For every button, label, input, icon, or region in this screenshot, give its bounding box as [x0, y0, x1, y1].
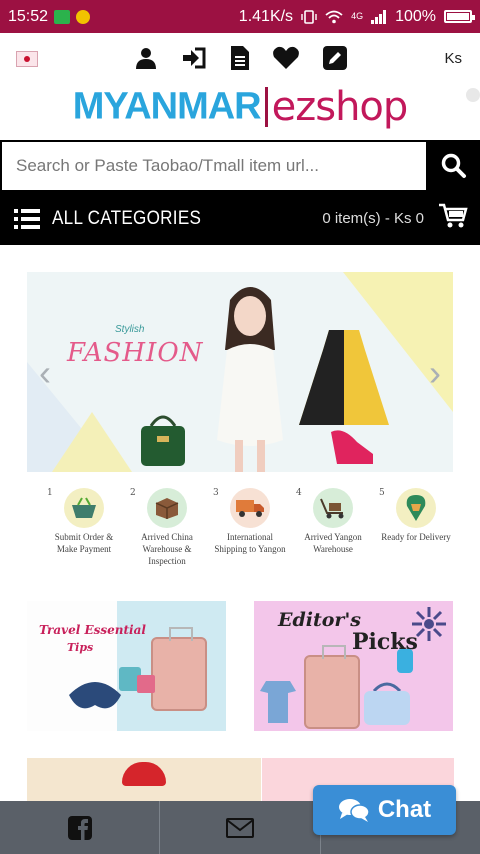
- cart-summary[interactable]: 0 item(s) - Ks 0: [322, 210, 424, 227]
- banner-next-arrow[interactable]: ›: [429, 352, 441, 394]
- promo-title: Travel Essential: [39, 623, 146, 637]
- search-input[interactable]: Search or Paste Taobao/Tmall item url...: [2, 142, 426, 190]
- search-bar: Search or Paste Taobao/Tmall item url...: [0, 140, 480, 192]
- coin-notification-icon: [76, 9, 91, 24]
- edit-icon[interactable]: [321, 44, 349, 72]
- water-bottle-image: [397, 649, 413, 673]
- email-button[interactable]: [160, 801, 321, 854]
- currency-selector[interactable]: Ks: [444, 50, 462, 67]
- fashion-model-image: [217, 287, 283, 472]
- chat-button[interactable]: Chat: [313, 785, 456, 835]
- handbag-image: [141, 415, 185, 466]
- travel-items-image: [119, 667, 155, 693]
- logo-text-secondary: ezshop: [271, 84, 409, 130]
- travel-essentials-promo[interactable]: Travel Essential Tips: [27, 601, 226, 731]
- step-item: 5 Ready for Delivery: [377, 488, 455, 568]
- login-icon[interactable]: [180, 44, 208, 72]
- step-text: Submit Order & Make Payment: [54, 532, 114, 554]
- hat-image: [122, 762, 166, 786]
- suitcase-image: [151, 627, 207, 711]
- vibrate-icon: [301, 9, 317, 24]
- banner-prev-arrow[interactable]: ‹: [39, 352, 51, 394]
- status-time: 15:52: [8, 7, 49, 25]
- order-steps: 1 Submit Order & Make Payment 2 Arrived …: [45, 488, 455, 568]
- banner-tagline: Stylish: [115, 324, 145, 335]
- truck-icon: [230, 488, 270, 528]
- banner-shape: [52, 412, 132, 472]
- warehouse-cart-icon: [313, 488, 353, 528]
- step-number: 2: [130, 488, 136, 498]
- logo-divider: [264, 87, 268, 127]
- mail-icon: [225, 817, 254, 838]
- battery-icon: [444, 10, 475, 23]
- signal-icon: [371, 9, 387, 24]
- heart-icon[interactable]: [272, 44, 300, 72]
- step-number: 1: [47, 488, 53, 498]
- facebook-button[interactable]: [0, 801, 161, 854]
- step-item: 4 Arrived Yangon Warehouse: [294, 488, 372, 568]
- cart-icon[interactable]: [438, 202, 468, 235]
- site-logo[interactable]: MYANMAR ezshop: [0, 84, 480, 136]
- top-icon-bar: Ks: [0, 38, 480, 78]
- handbag-image: [364, 682, 410, 725]
- step-number: 3: [213, 488, 219, 498]
- step-text: Ready for Delivery: [381, 532, 451, 542]
- language-flag-icon[interactable]: [16, 51, 38, 67]
- user-icon[interactable]: [132, 44, 160, 72]
- menu-icon[interactable]: [14, 208, 40, 229]
- message-notification-icon: [54, 9, 71, 24]
- step-number: 4: [296, 488, 302, 498]
- step-item: 3 International Shipping to Yangon: [211, 488, 289, 568]
- categories-bar: ALL CATEGORIES 0 item(s) - Ks 0: [0, 192, 480, 245]
- suitcase-image: [304, 645, 360, 729]
- baby-outfit-image: [260, 681, 296, 723]
- step-item: 2 Arrived China Warehouse & Inspection: [128, 488, 206, 568]
- flower-decoration-icon: [412, 607, 446, 641]
- scroll-edge-indicator: [466, 88, 480, 102]
- network-type: 4G: [351, 11, 364, 21]
- all-categories-button[interactable]: ALL CATEGORIES: [52, 208, 201, 230]
- dress-image: [299, 330, 389, 425]
- hero-banner[interactable]: Stylish FASHION ‹ ›: [27, 272, 453, 472]
- promo-subtitle: Tips: [67, 641, 94, 654]
- network-speed: 1.41K/s: [238, 7, 294, 25]
- step-text: Arrived China Warehouse & Inspection: [141, 532, 193, 566]
- status-bar: 15:52 1.41K/s 4G 100%: [0, 0, 480, 33]
- step-item: 1 Submit Order & Make Payment: [45, 488, 123, 568]
- search-button[interactable]: [428, 140, 480, 192]
- editors-picks-promo[interactable]: Editor's Picks: [254, 601, 453, 731]
- travel-pillow-image: [69, 682, 121, 709]
- shoe-image: [331, 430, 373, 464]
- battery-percent: 100%: [395, 7, 436, 25]
- step-text: Arrived Yangon Warehouse: [304, 532, 362, 554]
- step-number: 5: [379, 488, 385, 498]
- chat-bubble-icon: [338, 799, 370, 822]
- chat-label: Chat: [377, 796, 432, 823]
- package-icon: [147, 488, 187, 528]
- basket-icon: [64, 488, 104, 528]
- logo-text-primary: MYANMAR: [72, 85, 262, 128]
- promo-title: Editor's: [278, 609, 361, 631]
- wifi-icon: [325, 10, 343, 23]
- search-icon: [441, 153, 466, 178]
- banner-title: FASHION: [67, 338, 204, 368]
- document-icon[interactable]: [226, 44, 254, 72]
- delivery-pin-icon: [396, 488, 436, 528]
- facebook-icon: [67, 815, 92, 840]
- step-text: International Shipping to Yangon: [214, 532, 286, 554]
